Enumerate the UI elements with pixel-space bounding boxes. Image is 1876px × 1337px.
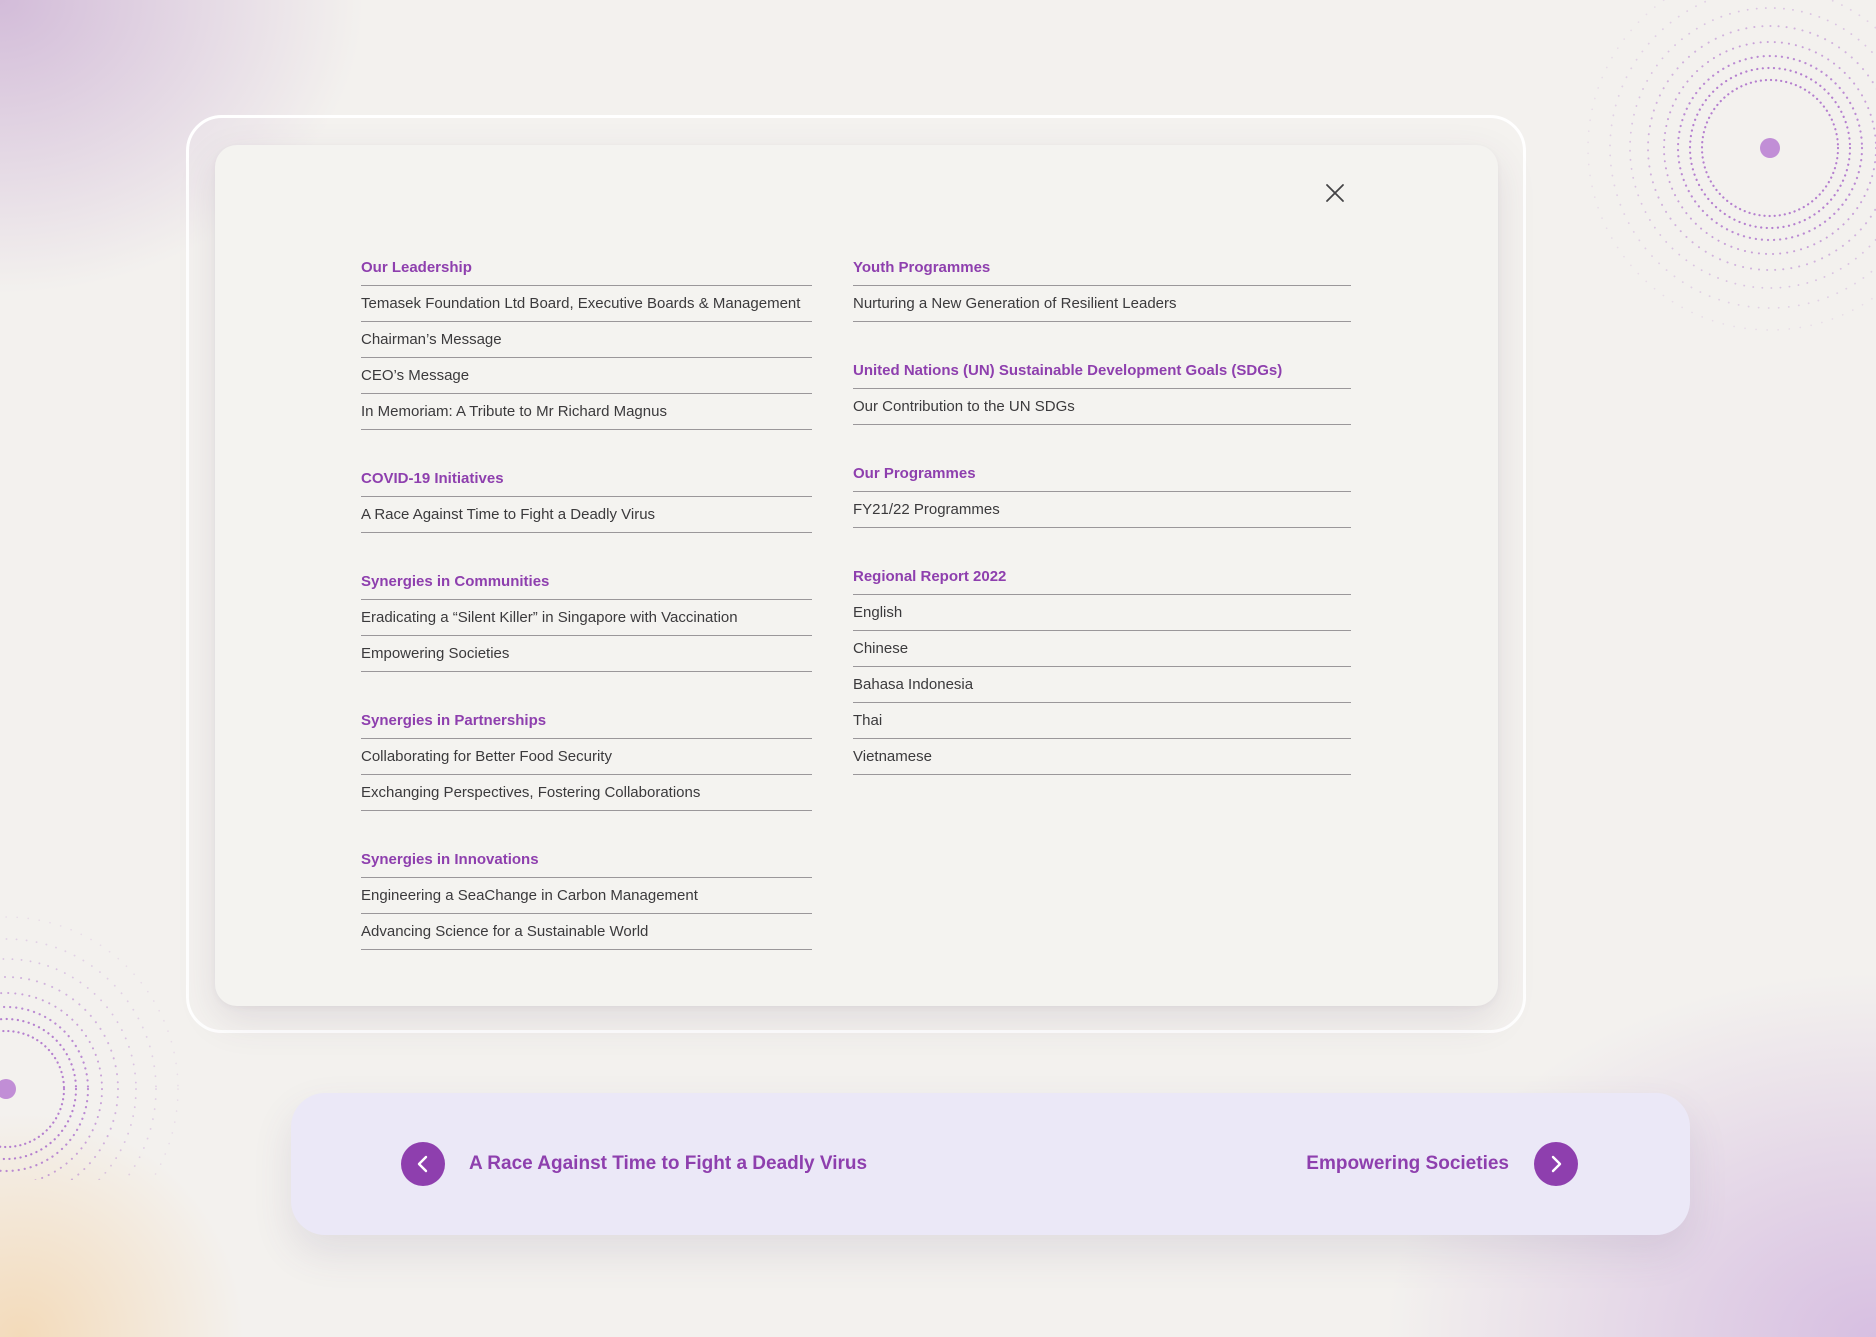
- menu-section-our-leadership: Our Leadership Temasek Foundation Ltd Bo…: [361, 251, 812, 430]
- menu-link[interactable]: Temasek Foundation Ltd Board, Executive …: [361, 286, 812, 322]
- menu-link[interactable]: Chinese: [853, 631, 1351, 667]
- section-title[interactable]: Regional Report 2022: [853, 560, 1351, 595]
- menu-link[interactable]: A Race Against Time to Fight a Deadly Vi…: [361, 497, 812, 533]
- decorative-rings-top-right: [1587, 0, 1876, 331]
- chevron-right-icon: [1551, 1155, 1562, 1173]
- menu-link[interactable]: Eradicating a “Silent Killer” in Singapo…: [361, 600, 812, 636]
- section-title[interactable]: Synergies in Communities: [361, 565, 812, 600]
- section-title[interactable]: United Nations (UN) Sustainable Developm…: [853, 354, 1351, 389]
- menu-link[interactable]: English: [853, 595, 1351, 631]
- menu-link[interactable]: Collaborating for Better Food Security: [361, 739, 812, 775]
- menu-link[interactable]: Thai: [853, 703, 1351, 739]
- section-title[interactable]: Synergies in Innovations: [361, 843, 812, 878]
- section-title[interactable]: Youth Programmes: [853, 251, 1351, 286]
- close-button[interactable]: [1320, 178, 1350, 208]
- menu-link[interactable]: Vietnamese: [853, 739, 1351, 775]
- previous-article-link[interactable]: A Race Against Time to Fight a Deadly Vi…: [469, 1150, 867, 1178]
- menu-section-synergies-in-partnerships: Synergies in Partnerships Collaborating …: [361, 704, 812, 811]
- article-pager: A Race Against Time to Fight a Deadly Vi…: [291, 1093, 1690, 1235]
- next-article-link[interactable]: Empowering Societies: [1306, 1150, 1509, 1178]
- menu-section-synergies-in-communities: Synergies in Communities Eradicating a “…: [361, 565, 812, 672]
- menu-column-left: Our Leadership Temasek Foundation Ltd Bo…: [361, 251, 812, 982]
- menu-section-regional-report-2022: Regional Report 2022 English Chinese Bah…: [853, 560, 1351, 775]
- menu-section-covid-19-initiatives: COVID-19 Initiatives A Race Against Time…: [361, 462, 812, 533]
- menu-link[interactable]: Nurturing a New Generation of Resilient …: [853, 286, 1351, 322]
- next-button[interactable]: [1534, 1142, 1578, 1186]
- chevron-left-icon: [417, 1155, 428, 1173]
- section-title[interactable]: Synergies in Partnerships: [361, 704, 812, 739]
- section-title[interactable]: Our Programmes: [853, 457, 1351, 492]
- menu-link[interactable]: Advancing Science for a Sustainable Worl…: [361, 914, 812, 950]
- menu-section-un-sdgs: United Nations (UN) Sustainable Developm…: [853, 354, 1351, 425]
- menu-section-youth-programmes: Youth Programmes Nurturing a New Generat…: [853, 251, 1351, 322]
- menu-link[interactable]: Exchanging Perspectives, Fostering Colla…: [361, 775, 812, 811]
- section-title[interactable]: COVID-19 Initiatives: [361, 462, 812, 497]
- menu-section-our-programmes: Our Programmes FY21/22 Programmes: [853, 457, 1351, 528]
- menu-link[interactable]: In Memoriam: A Tribute to Mr Richard Mag…: [361, 394, 812, 430]
- close-icon: [1326, 184, 1344, 202]
- menu-link[interactable]: Engineering a SeaChange in Carbon Manage…: [361, 878, 812, 914]
- previous-button[interactable]: [401, 1142, 445, 1186]
- menu-link[interactable]: Empowering Societies: [361, 636, 812, 672]
- menu-column-right: Youth Programmes Nurturing a New Generat…: [853, 251, 1351, 807]
- menu-link[interactable]: FY21/22 Programmes: [853, 492, 1351, 528]
- menu-link[interactable]: CEO’s Message: [361, 358, 812, 394]
- menu-modal: Our Leadership Temasek Foundation Ltd Bo…: [215, 145, 1498, 1006]
- section-title[interactable]: Our Leadership: [361, 251, 812, 286]
- menu-link[interactable]: Bahasa Indonesia: [853, 667, 1351, 703]
- menu-link[interactable]: Chairman’s Message: [361, 322, 812, 358]
- menu-section-synergies-in-innovations: Synergies in Innovations Engineering a S…: [361, 843, 812, 950]
- menu-link[interactable]: Our Contribution to the UN SDGs: [853, 389, 1351, 425]
